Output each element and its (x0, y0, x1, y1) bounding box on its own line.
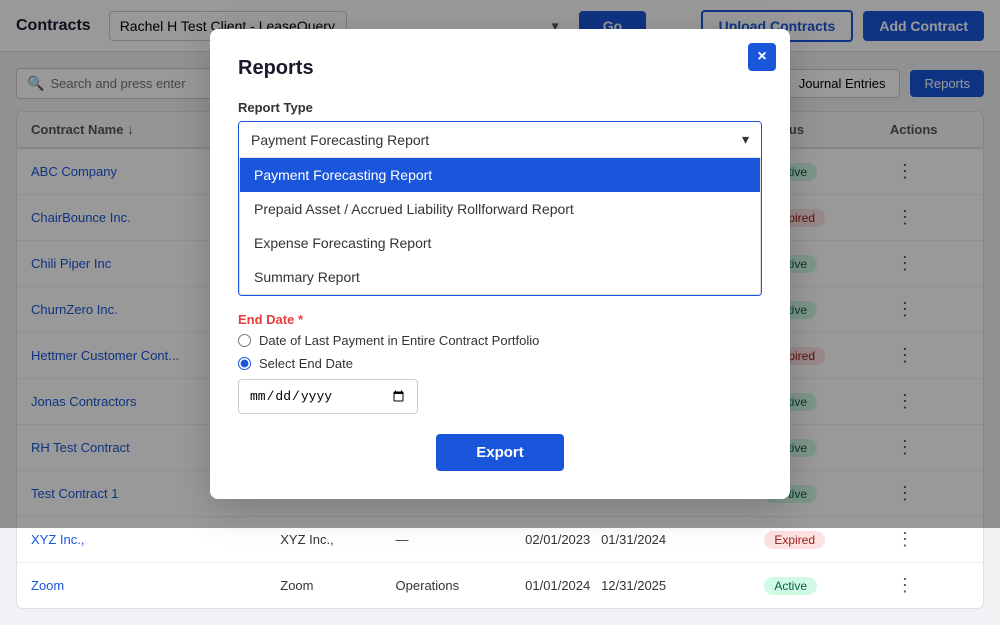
col3-cell: Operations (382, 563, 512, 609)
dropdown-option[interactable]: Summary Report (240, 260, 760, 294)
export-button[interactable]: Export (436, 434, 564, 471)
chevron-down-icon: ▾ (742, 131, 749, 148)
end-date-input[interactable] (238, 379, 418, 414)
dropdown-selected-value[interactable]: Payment Forecasting Report ▾ (239, 122, 761, 158)
reports-modal: Reports × Report Type Payment Forecastin… (210, 29, 790, 499)
radio-select-end-date[interactable]: Select End Date (238, 356, 762, 371)
dropdown-option[interactable]: Payment Forecasting Report (240, 158, 760, 192)
contract-name-link[interactable]: Zoom (31, 578, 64, 593)
radio-select-end-date-label: Select End Date (259, 356, 353, 371)
radio-last-payment[interactable]: Date of Last Payment in Entire Contract … (238, 333, 762, 348)
radio-group: Date of Last Payment in Entire Contract … (238, 333, 762, 414)
status-cell: Active (750, 563, 876, 609)
contract-name-link[interactable]: XYZ Inc., (31, 532, 84, 547)
radio-last-payment-label: Date of Last Payment in Entire Contract … (259, 333, 539, 348)
dropdown-options-list: Payment Forecasting ReportPrepaid Asset … (239, 158, 761, 295)
status-badge: Active (764, 577, 817, 595)
radio-last-payment-input[interactable] (238, 334, 251, 347)
end-date-section: End Date * Date of Last Payment in Entir… (238, 312, 762, 414)
table-row: Zoom Zoom Operations 01/01/2024 12/31/20… (17, 563, 983, 609)
selected-option-text: Payment Forecasting Report (251, 132, 429, 148)
dropdown-option[interactable]: Expense Forecasting Report (240, 226, 760, 260)
col2-cell: Zoom (266, 563, 381, 609)
report-type-label: Report Type (238, 100, 762, 115)
contract-name-cell: Zoom (17, 563, 266, 609)
required-marker: * (298, 312, 303, 327)
row-actions-button[interactable]: ⋮ (890, 527, 920, 552)
report-type-dropdown[interactable]: Payment Forecasting Report ▾ Payment For… (238, 121, 762, 296)
row-actions-button[interactable]: ⋮ (890, 573, 920, 598)
end-date-label: End Date * (238, 312, 762, 327)
col4-cell: 01/01/2024 12/31/2025 (511, 563, 750, 609)
modal-title: Reports (238, 57, 762, 80)
actions-cell: ⋮ (876, 563, 983, 609)
status-badge: Expired (764, 531, 825, 549)
dropdown-option[interactable]: Prepaid Asset / Accrued Liability Rollfo… (240, 192, 760, 226)
modal-close-button[interactable]: × (748, 43, 776, 71)
modal-overlay[interactable]: Reports × Report Type Payment Forecastin… (0, 0, 1000, 528)
radio-select-end-date-input[interactable] (238, 357, 251, 370)
